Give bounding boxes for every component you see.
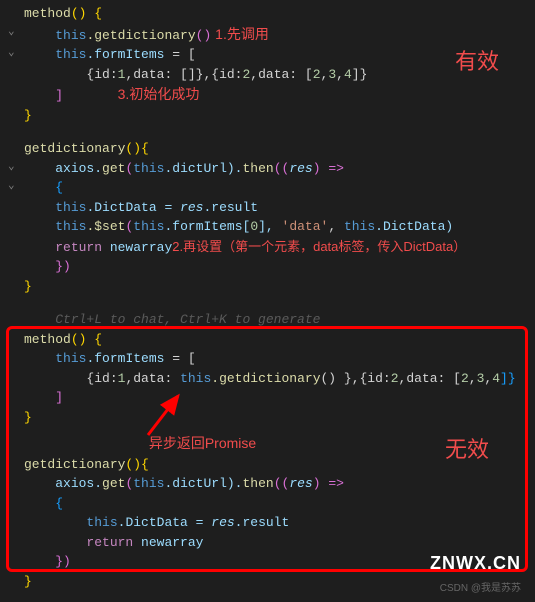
code-line: return newarray2.再设置（第一个元素，data标签，传入Dict… <box>2 237 533 258</box>
code-line: } <box>2 277 533 297</box>
code-line: ⌄ axios.get(this.dictUrl).then((res) => <box>2 159 533 179</box>
code-line: this.formItems = [ <box>2 349 533 369</box>
code-line: axios.get(this.dictUrl).then((res) => <box>2 474 533 494</box>
code-line: ⌄ this.getdictionary() 1.先调用 <box>2 24 533 46</box>
code-line: return newarray <box>2 533 533 553</box>
code-line: {id:1,data: this.getdictionary() },{id:2… <box>2 369 533 389</box>
code-line: } <box>2 106 533 126</box>
code-line: } <box>2 408 533 428</box>
chevron-down-icon[interactable]: ⌄ <box>8 24 15 41</box>
annotation-invalid: 无效 <box>445 432 489 464</box>
code-line: this.DictData = res.result <box>2 198 533 218</box>
ghost-hint: Ctrl+L to chat, Ctrl+K to generate <box>2 310 533 330</box>
code-line: this.DictData = res.result <box>2 513 533 533</box>
code-line: }) <box>2 257 533 277</box>
annotation: 1.先调用 <box>211 26 269 42</box>
code-line: ] 3.初始化成功 <box>2 84 533 106</box>
code-line: ] <box>2 388 533 408</box>
code-line: {id:1,data: []},{id:2,data: [2,3,4]} <box>2 65 533 85</box>
code-line: { <box>2 494 533 514</box>
annotation: 3.初始化成功 <box>118 86 200 102</box>
annotation: 异步返回Promise <box>149 435 256 451</box>
annotation-valid: 有效 <box>455 44 499 76</box>
annotation: 2.再设置（第一个元素，data标签，传入DictData） <box>172 239 466 254</box>
code-editor[interactable]: method() { ⌄ this.getdictionary() 1.先调用 … <box>0 0 535 595</box>
code-line: this.$set(this.formItems[0], 'data', thi… <box>2 217 533 237</box>
code-line: getdictionary(){ <box>2 139 533 159</box>
code-line: method() { <box>2 330 533 350</box>
chevron-down-icon[interactable]: ⌄ <box>8 159 15 176</box>
chevron-down-icon[interactable]: ⌄ <box>8 45 15 62</box>
code-line: method() { <box>2 4 533 24</box>
credit: CSDN @我是苏苏 <box>440 579 521 594</box>
watermark: ZNWX.CN <box>430 553 521 574</box>
chevron-down-icon[interactable]: ⌄ <box>8 178 15 195</box>
code-line: ⌄ this.formItems = [ <box>2 45 533 65</box>
token-fn: method <box>24 6 71 21</box>
code-line: ⌄ { <box>2 178 533 198</box>
